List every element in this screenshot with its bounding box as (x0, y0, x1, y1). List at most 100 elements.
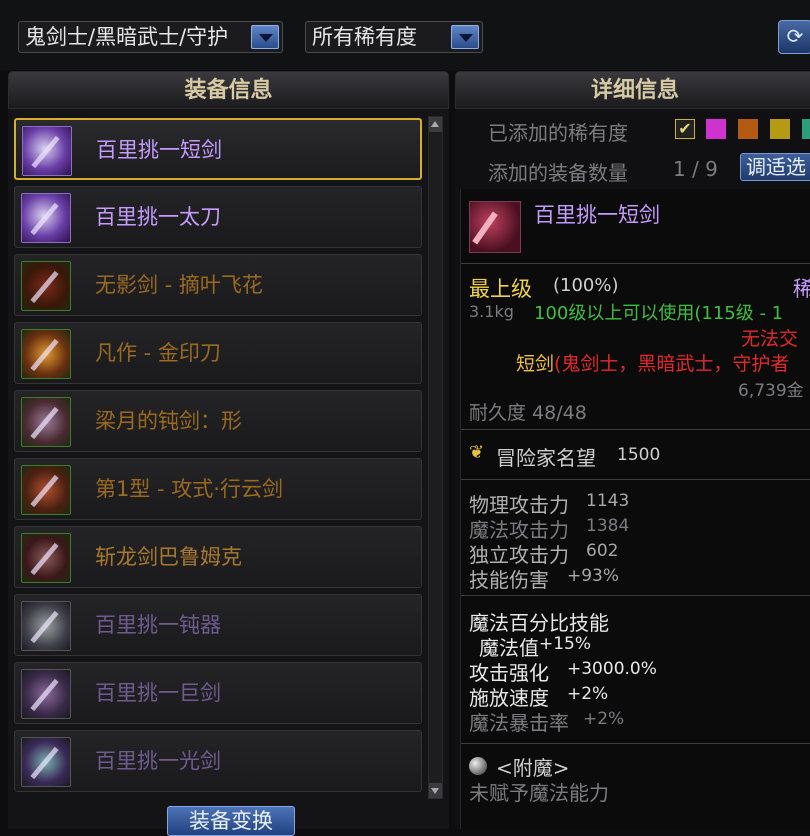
item-weight: 3.1kg (469, 302, 514, 321)
rarity-select-value: 所有稀有度 (312, 25, 417, 49)
divider (461, 479, 810, 480)
weapon-icon (21, 329, 71, 379)
stat-value: 602 (586, 541, 619, 561)
divider (461, 595, 810, 596)
added-count-value: 1 / 9 (673, 157, 718, 181)
equipment-item[interactable]: 无影剑 - 摘叶飞花 (14, 254, 422, 316)
equipment-item-name: 百里挑一光剑 (95, 749, 221, 773)
equipment-item-name: 百里挑一太刀 (95, 205, 221, 229)
added-rarity-label: 已添加的稀有度 (488, 121, 628, 145)
magic-stat-value: +2% (583, 709, 625, 729)
item-icon (469, 201, 521, 253)
weapon-icon (21, 193, 71, 243)
equipment-item[interactable]: 梁月的钝剑：形 (14, 390, 422, 452)
equipment-item[interactable]: 第1型 - 攻式·行云剑 (14, 458, 422, 520)
enchant-description: 未赋予魔法能力 (469, 781, 609, 805)
equipment-list-panel: 百里挑一短剑 百里挑一太刀无影剑 - 摘叶飞花 凡作 - 金印刀 梁月的钝剑：形第1型… (8, 109, 449, 829)
rarity-swatch-orange[interactable] (738, 119, 758, 139)
chevron-down-icon[interactable] (451, 25, 479, 49)
weapon-icon (21, 533, 71, 583)
rarity-swatch-purple[interactable] (706, 119, 726, 139)
item-detail-box: 百里挑一短剑 最上级 (100%) 稀 3.1kg 100级以上可以使用(115… (460, 189, 810, 829)
equipment-item-name: 凡作 - 金印刀 (95, 341, 221, 365)
weapon-icon (21, 465, 71, 515)
equipment-swap-button[interactable]: 装备变换 (167, 806, 295, 836)
divider (461, 429, 810, 430)
sword-icon (30, 474, 59, 508)
equipment-item-name: 百里挑一巨剑 (95, 681, 221, 705)
level-requirement: 100级以上可以使用(115级 - 1 (534, 303, 784, 324)
weapon-icon (21, 261, 71, 311)
equipment-item-name: 第1型 - 攻式·行云剑 (95, 477, 283, 501)
sword-icon (30, 338, 59, 372)
magic-stat-label: 魔法暴击率 (469, 711, 569, 735)
weapon-icon (21, 601, 71, 651)
item-type: 短剑 (516, 353, 555, 375)
top-bar: 鬼剑士/黑暗武士/守护 所有稀有度 ⟳ (0, 0, 810, 70)
weapon-icon (21, 737, 71, 787)
equipment-item-name: 百里挑一短剑 (96, 138, 222, 162)
fame-icon: ❦ (469, 442, 485, 463)
sword-icon (30, 270, 59, 304)
detail-panel: 已添加的稀有度 ✔ 添加的装备数量 1 / 9 调适选 百里挑一短剑 最上级 (… (455, 109, 810, 829)
item-type-jobs: (鬼剑士，黑暗武士，守护者 (554, 353, 790, 375)
stat-value: 1143 (586, 491, 630, 511)
equipment-item-name: 梁月的钝剑：形 (95, 409, 242, 433)
equipment-item-name: 百里挑一钝器 (95, 613, 221, 637)
stat-label: 技能伤害 (469, 568, 549, 592)
list-scrollbar[interactable] (428, 116, 443, 799)
rarity-swatch-green[interactable] (802, 119, 810, 139)
equipment-item-name: 无影剑 - 摘叶飞花 (95, 273, 263, 297)
equipment-item-name: 斩龙剑巴鲁姆克 (95, 545, 242, 569)
item-price: 6,739金 (738, 381, 804, 401)
chevron-down-icon[interactable] (251, 25, 279, 49)
sword-icon (30, 202, 59, 236)
weapon-icon (22, 126, 72, 176)
equipment-item[interactable]: 百里挑一短剑 (14, 118, 422, 180)
fame-value: 1500 (617, 445, 661, 465)
added-count-label: 添加的装备数量 (488, 161, 628, 185)
item-type-line: 短剑(鬼剑士，黑暗武士，守护者 (516, 349, 789, 376)
magic-stat-value: +2% (567, 684, 609, 704)
magic-stat-value: +3000.0% (567, 659, 657, 679)
scroll-up-icon[interactable] (429, 117, 442, 132)
divider (461, 263, 810, 264)
equipment-item[interactable]: 凡作 - 金印刀 (14, 322, 422, 384)
sword-icon (30, 542, 59, 576)
rarity-swatch-gold[interactable] (770, 119, 790, 139)
rarity-select[interactable]: 所有稀有度 (305, 21, 483, 53)
item-rarity: 稀 (793, 277, 810, 301)
scroll-down-icon[interactable] (429, 783, 442, 798)
equipment-item[interactable]: 百里挑一太刀 (14, 186, 422, 248)
sword-icon (30, 678, 59, 712)
detail-info-header: 详细信息 (455, 71, 810, 109)
equipment-info-header: 装备信息 (8, 71, 449, 109)
divider (461, 743, 810, 744)
equipment-item[interactable]: 百里挑一巨剑 (14, 662, 422, 724)
filter-button[interactable]: 调适选 (740, 153, 810, 181)
sword-icon (30, 406, 59, 440)
equipment-item[interactable]: 百里挑一钝器 (14, 594, 422, 656)
item-durability: 耐久度 48/48 (469, 402, 587, 424)
sword-icon (31, 135, 60, 169)
equipment-item[interactable]: 斩龙剑巴鲁姆克 (14, 526, 422, 588)
sword-icon (30, 746, 59, 780)
weapon-icon (21, 397, 71, 447)
item-grade: 最上级 (469, 277, 532, 301)
magic-stat-value: +15% (539, 634, 592, 654)
refresh-icon[interactable]: ⟳ (778, 20, 810, 54)
enchant-orb-icon (469, 757, 487, 775)
item-grade-percent: (100%) (553, 275, 619, 296)
job-select[interactable]: 鬼剑士/黑暗武士/守护 (18, 21, 283, 53)
weapon-icon (21, 669, 71, 719)
checkbox-check-icon[interactable]: ✔ (675, 119, 695, 139)
trade-restriction: 无法交 (741, 328, 799, 350)
fame-label: 冒险家名望 (496, 446, 596, 470)
sword-icon (30, 610, 59, 644)
job-select-value: 鬼剑士/黑暗武士/守护 (25, 25, 229, 49)
stat-value: 1384 (586, 516, 630, 536)
item-title: 百里挑一短剑 (534, 203, 660, 227)
sword-icon (472, 211, 498, 245)
equipment-item[interactable]: 百里挑一光剑 (14, 730, 422, 792)
stat-value: +93% (567, 566, 620, 586)
